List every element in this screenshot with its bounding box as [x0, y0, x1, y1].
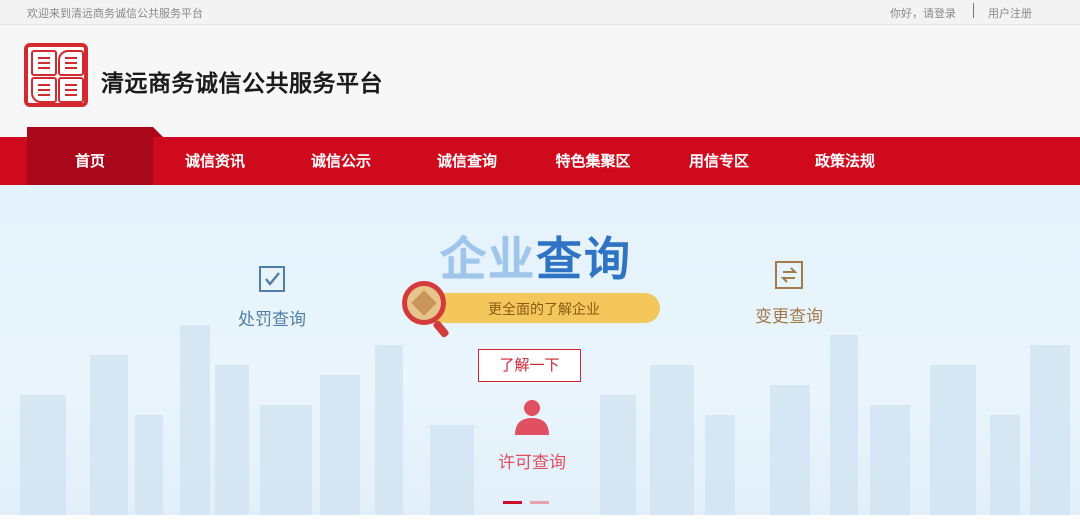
- hero-title-part2: 查询: [536, 232, 632, 286]
- nav-active-tab-notch: [27, 127, 163, 137]
- penalty-query-label: 处罚查询: [238, 310, 306, 330]
- checkbox-icon: [259, 266, 285, 292]
- learn-more-button[interactable]: 了解一下: [478, 349, 581, 382]
- penalty-query-link[interactable]: 处罚查询: [232, 265, 312, 330]
- nav-item-credit-publicity[interactable]: 诚信公示: [296, 137, 386, 185]
- hero-title: 企业查询: [440, 223, 632, 289]
- carousel-dot-active[interactable]: [503, 501, 522, 504]
- nav-item-credit-use[interactable]: 用信专区: [674, 137, 764, 185]
- welcome-text: 欢迎来到清远商务诚信公共服务平台: [27, 7, 203, 20]
- nav-item-credit-query[interactable]: 诚信查询: [422, 137, 512, 185]
- topbar-divider: [973, 3, 974, 18]
- seal-quadrant: [31, 77, 57, 103]
- hero-subtitle-pill: 更全面的了解企业: [430, 293, 660, 323]
- register-link[interactable]: 用户注册: [988, 5, 1032, 21]
- seal-quadrant: [58, 77, 84, 103]
- nav-item-credit-news[interactable]: 诚信资讯: [170, 137, 260, 185]
- nav-item-home[interactable]: 首页: [27, 137, 153, 185]
- hero-banner: 企业查询 更全面的了解企业 了解一下 处罚查询 变更查询 许可查询: [0, 185, 1080, 515]
- nav-item-policy[interactable]: 政策法规: [800, 137, 890, 185]
- hero-title-part1: 企业: [440, 232, 536, 286]
- top-bar: 欢迎来到清远商务诚信公共服务平台 你好，请登录 用户注册: [0, 0, 1080, 25]
- user-icon: [515, 400, 549, 435]
- nav-item-featured-cluster[interactable]: 特色集聚区: [540, 137, 646, 185]
- license-query-label: 许可查询: [498, 453, 566, 473]
- license-query-link[interactable]: 许可查询: [492, 398, 572, 473]
- change-query-link[interactable]: 变更查询: [748, 260, 830, 327]
- main-nav: 首页 诚信资讯 诚信公示 诚信查询 特色集聚区 用信专区 政策法规: [0, 137, 1080, 185]
- seal-quadrant: [31, 50, 57, 76]
- seal-logo-icon[interactable]: [24, 43, 88, 107]
- hero-subtitle: 更全面的了解企业: [488, 302, 600, 318]
- magnifier-box-icon: [402, 281, 446, 325]
- swap-document-icon: [775, 261, 803, 289]
- carousel-dot[interactable]: [530, 501, 549, 504]
- seal-quadrant: [58, 50, 84, 76]
- site-title[interactable]: 清远商务诚信公共服务平台: [101, 64, 383, 98]
- change-query-label: 变更查询: [755, 307, 823, 327]
- login-link[interactable]: 你好，请登录: [890, 5, 956, 21]
- site-header: 清远商务诚信公共服务平台: [0, 25, 1080, 137]
